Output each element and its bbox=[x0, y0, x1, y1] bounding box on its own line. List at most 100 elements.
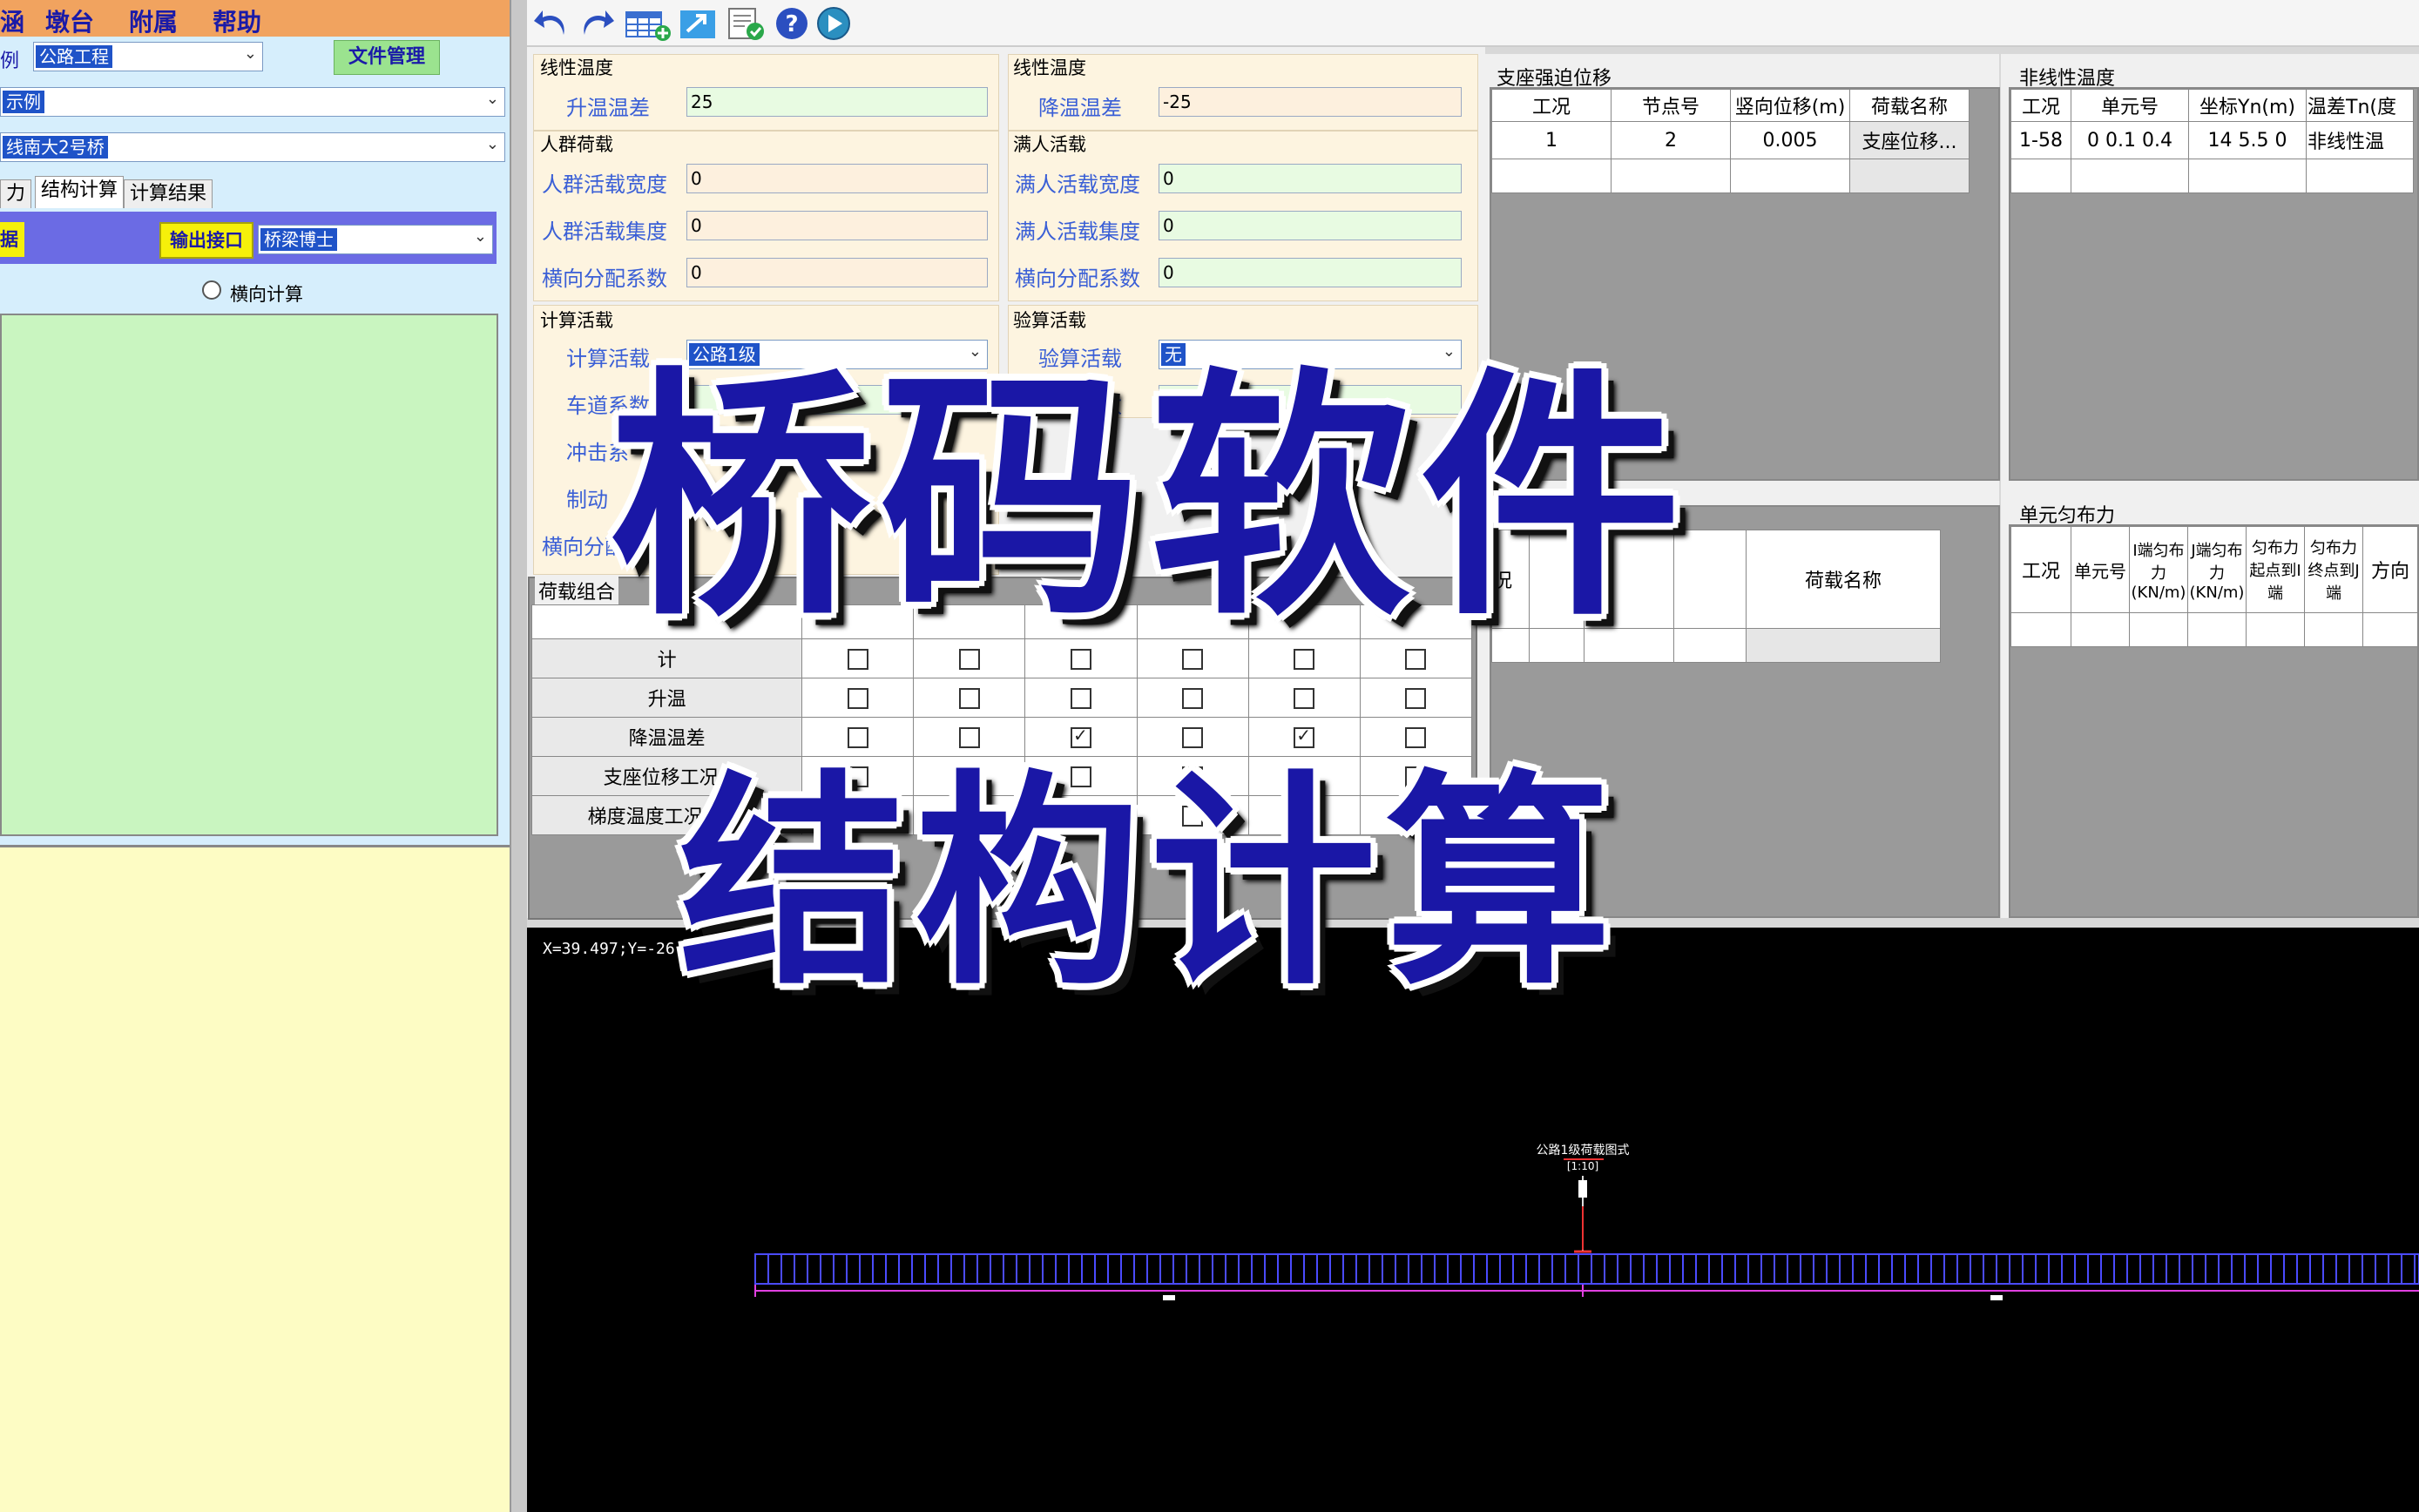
table-cell[interactable]: 0 0.1 0.4 bbox=[2071, 121, 2189, 159]
crowd-distribution-input[interactable]: 0 bbox=[686, 258, 988, 287]
support-marker bbox=[1990, 1295, 2003, 1300]
table-cell[interactable] bbox=[2010, 612, 2071, 647]
checkbox-cell[interactable] bbox=[801, 678, 915, 718]
redo-icon[interactable] bbox=[578, 5, 616, 42]
menu-item-help[interactable]: 帮助 bbox=[213, 3, 261, 38]
table-cell[interactable]: 14 5.5 0 bbox=[2188, 121, 2307, 159]
table-cell[interactable] bbox=[1746, 628, 1941, 663]
output-interface-button[interactable]: 输出接口 bbox=[159, 222, 253, 259]
support-table[interactable]: 工况 节点号 竖向位移(m) 荷载名称 1 2 0.005 支座位移... bbox=[1491, 89, 1970, 193]
checkbox[interactable] bbox=[958, 648, 980, 670]
tab-stress[interactable]: 力 bbox=[0, 179, 32, 208]
full-crowd-intensity-input[interactable]: 0 bbox=[1159, 211, 1462, 240]
group-title-linear-temp-2: 线性温度 bbox=[1013, 57, 1086, 78]
table-cell[interactable] bbox=[2362, 612, 2418, 647]
checkbox-cell[interactable] bbox=[1136, 717, 1249, 757]
output-target-select[interactable]: 桥梁博士 ⌄ bbox=[258, 225, 493, 254]
row1-label: 例 bbox=[0, 51, 20, 72]
table-row[interactable]: 升温 bbox=[530, 678, 1473, 718]
checkbox[interactable] bbox=[1405, 687, 1427, 709]
row-name: 降温温差 bbox=[530, 717, 803, 757]
table-cell[interactable] bbox=[1611, 159, 1731, 193]
table-cell[interactable] bbox=[2246, 612, 2305, 647]
table-cell[interactable] bbox=[2010, 159, 2071, 193]
full-crowd-distribution-label: 横向分配系数 bbox=[1015, 267, 1140, 291]
menu-item-pier[interactable]: 墩台 bbox=[45, 3, 94, 38]
checkbox[interactable] bbox=[1182, 687, 1204, 709]
example-select-value: 示例 bbox=[3, 91, 44, 113]
checkbox-cell[interactable] bbox=[1247, 717, 1361, 757]
full-crowd-width-input[interactable]: 0 bbox=[1159, 164, 1462, 193]
temp-rise-label: 升温温差 bbox=[566, 96, 650, 120]
checkbox[interactable] bbox=[1182, 726, 1204, 748]
panel-splitter[interactable] bbox=[510, 0, 527, 1512]
table-cell[interactable] bbox=[1730, 159, 1850, 193]
checkbox-cell[interactable] bbox=[913, 678, 1026, 718]
example-select[interactable]: 示例 ⌄ bbox=[0, 87, 505, 117]
table-cell[interactable] bbox=[1491, 159, 1612, 193]
table-cell[interactable] bbox=[2304, 612, 2363, 647]
table-row[interactable]: 降温温差 bbox=[530, 717, 1473, 757]
table-cell[interactable] bbox=[2071, 159, 2189, 193]
crowd-intensity-input[interactable]: 0 bbox=[686, 211, 988, 240]
table-cell[interactable]: 0.005 bbox=[1730, 121, 1850, 159]
data-button[interactable]: 据 bbox=[0, 222, 24, 257]
standard-select[interactable]: 公路工程 ⌄ bbox=[33, 42, 263, 71]
nonlinear-table[interactable]: 工况 单元号 坐标Yn(m) 温差Tn(度 1-58 0 0.1 0.4 14 … bbox=[2010, 89, 2414, 193]
checkbox[interactable] bbox=[1182, 648, 1204, 670]
table-cell[interactable] bbox=[2129, 612, 2188, 647]
menu-item[interactable]: 涵 bbox=[0, 3, 24, 38]
bridge-select[interactable]: 线南大2号桥 ⌄ bbox=[0, 132, 505, 162]
table-cell[interactable]: 非线性温 bbox=[2306, 121, 2414, 159]
checkbox[interactable] bbox=[1071, 648, 1092, 670]
col-header: I端匀布力(KN/m) bbox=[2129, 526, 2188, 613]
export-icon[interactable] bbox=[679, 5, 717, 42]
checkbox[interactable] bbox=[1294, 725, 1315, 748]
table-cell[interactable] bbox=[1849, 159, 1970, 193]
table-cell[interactable]: 支座位移... bbox=[1849, 121, 1970, 159]
tab-structure-calc[interactable]: 结构计算 bbox=[35, 176, 125, 208]
menu-item-attachment[interactable]: 附属 bbox=[129, 3, 178, 38]
table-cell[interactable] bbox=[2188, 159, 2307, 193]
checkbox-cell[interactable] bbox=[1024, 717, 1138, 757]
checkbox[interactable] bbox=[847, 648, 868, 670]
checkbox[interactable] bbox=[1294, 687, 1315, 709]
info-area bbox=[0, 845, 510, 1512]
table-cell[interactable] bbox=[2187, 612, 2247, 647]
table-cell[interactable]: 1-58 bbox=[2010, 121, 2071, 159]
table-cell[interactable]: 2 bbox=[1611, 121, 1731, 159]
uniform-table[interactable]: 工况 单元号 I端匀布力(KN/m) J端匀布力(KN/m) 匀布力起点到I端 … bbox=[2010, 526, 2418, 647]
checkbox[interactable] bbox=[1405, 648, 1427, 670]
undo-icon[interactable] bbox=[532, 5, 571, 42]
checkbox[interactable] bbox=[958, 687, 980, 709]
checkbox[interactable] bbox=[1405, 726, 1427, 748]
temp-rise-input[interactable]: 25 bbox=[686, 87, 988, 117]
table-cell[interactable] bbox=[2306, 159, 2414, 193]
checkbox-cell[interactable] bbox=[1359, 717, 1473, 757]
crowd-width-input[interactable]: 0 bbox=[686, 164, 988, 193]
help-icon[interactable]: ? bbox=[773, 5, 811, 42]
check-list-icon[interactable] bbox=[724, 5, 767, 42]
temp-drop-input[interactable]: -25 bbox=[1159, 87, 1462, 117]
table-cell[interactable]: 1 bbox=[1491, 121, 1612, 159]
full-crowd-distribution-input[interactable]: 0 bbox=[1159, 258, 1462, 287]
structure-tree-area[interactable] bbox=[0, 314, 498, 836]
table-cell[interactable] bbox=[2071, 612, 2130, 647]
checkbox-cell[interactable] bbox=[913, 717, 1026, 757]
transverse-calc-radio[interactable] bbox=[202, 280, 221, 300]
checkbox[interactable] bbox=[847, 726, 868, 748]
checkbox-cell[interactable] bbox=[1024, 678, 1138, 718]
checkbox[interactable] bbox=[1071, 725, 1092, 748]
checkbox[interactable] bbox=[958, 726, 980, 748]
tab-calc-result[interactable]: 计算结果 bbox=[124, 179, 213, 208]
checkbox-cell[interactable] bbox=[1247, 678, 1361, 718]
file-manage-button[interactable]: 文件管理 bbox=[334, 40, 440, 75]
checkbox-cell[interactable] bbox=[1136, 678, 1249, 718]
checkbox[interactable] bbox=[1294, 648, 1315, 670]
add-table-icon[interactable] bbox=[625, 5, 672, 42]
checkbox-cell[interactable] bbox=[801, 717, 915, 757]
run-icon[interactable] bbox=[814, 5, 853, 42]
checkbox-cell[interactable] bbox=[1359, 678, 1473, 718]
checkbox[interactable] bbox=[1071, 687, 1092, 709]
checkbox[interactable] bbox=[847, 687, 868, 709]
